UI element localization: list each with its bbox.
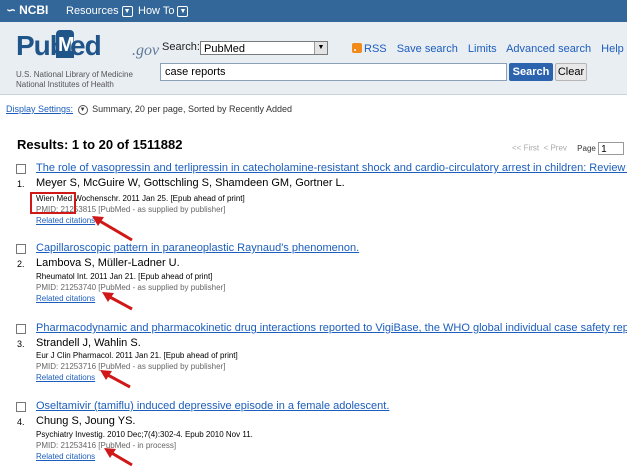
annotation-arrow-2 <box>102 292 133 311</box>
annotation-arrows <box>92 216 133 467</box>
annotation-arrow-3 <box>100 370 131 389</box>
annotation-arrow-1 <box>92 216 133 242</box>
annotation-arrow-4 <box>104 448 133 467</box>
